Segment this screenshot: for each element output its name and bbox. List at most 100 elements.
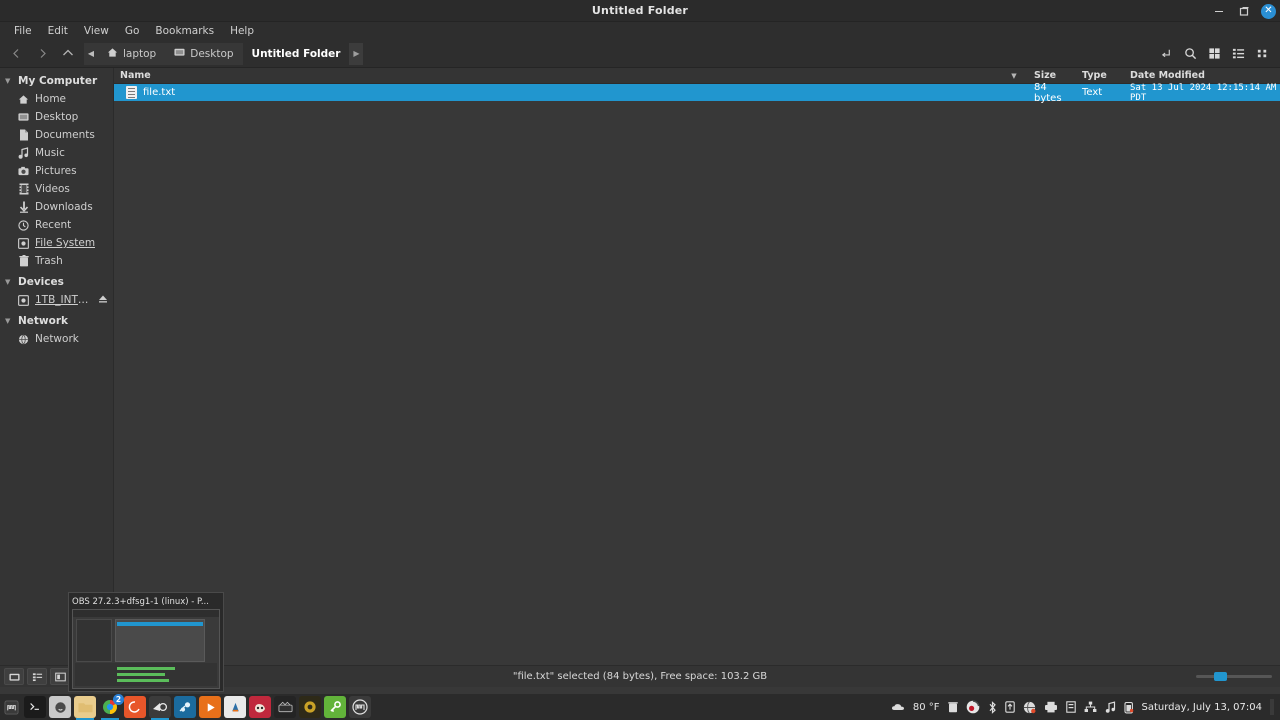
- clipboard-icon[interactable]: [1065, 701, 1076, 713]
- file-size-cell: 84 bytes: [1034, 81, 1062, 104]
- sidebar-item-network[interactable]: Network: [0, 330, 113, 348]
- battery-icon[interactable]: [1123, 701, 1134, 714]
- breadcrumb-item-current[interactable]: Untitled Folder: [243, 43, 350, 65]
- parent-folder-button[interactable]: [56, 43, 80, 65]
- settings-icon[interactable]: [299, 696, 321, 718]
- menu-file[interactable]: File: [6, 22, 40, 40]
- bluetooth-icon[interactable]: [988, 700, 997, 714]
- window-preview-thumbnail: [72, 609, 220, 689]
- icon-view-button[interactable]: [4, 668, 24, 685]
- sidebar-group-my-computer[interactable]: ▼ My Computer: [0, 72, 113, 90]
- linux-mint-icon[interactable]: [349, 696, 371, 718]
- sidebar-group-label: My Computer: [18, 75, 98, 87]
- download-arrow-icon: [18, 201, 29, 213]
- weather-temperature[interactable]: 80 °F: [913, 702, 940, 713]
- vlc-icon[interactable]: [224, 696, 246, 718]
- sidebar-item-downloads[interactable]: Downloads: [0, 198, 113, 216]
- sidebar-group-network[interactable]: ▼ Network: [0, 312, 113, 330]
- sound-icon[interactable]: [1105, 701, 1116, 713]
- terminal-icon[interactable]: [24, 696, 46, 718]
- show-desktop-button[interactable]: [1270, 699, 1274, 715]
- path-entry-icon[interactable]: [1156, 44, 1176, 64]
- window-titlebar: Untitled Folder ✕: [0, 0, 1280, 22]
- zoom-slider[interactable]: [1196, 670, 1272, 684]
- sidebar-item-label: Trash: [35, 255, 63, 267]
- maximize-button[interactable]: [1236, 3, 1252, 19]
- file-name-cell[interactable]: file.txt: [114, 86, 1000, 99]
- forward-button[interactable]: [30, 43, 54, 65]
- sidebar-group-devices[interactable]: ▼ Devices: [0, 273, 113, 291]
- trash-icon[interactable]: [947, 701, 958, 713]
- sidebar-item-documents[interactable]: Documents: [0, 126, 113, 144]
- text-file-icon: [126, 86, 137, 99]
- clock-icon: [18, 219, 29, 231]
- firefox-icon[interactable]: [124, 696, 146, 718]
- messaging-icon[interactable]: [49, 696, 71, 718]
- column-header-name[interactable]: Name: [114, 68, 1000, 84]
- menu-view[interactable]: View: [76, 22, 117, 40]
- mint-menu-icon[interactable]: [0, 694, 22, 720]
- video-editor-icon[interactable]: [274, 696, 296, 718]
- sidebar-item-trash[interactable]: Trash: [0, 252, 113, 270]
- breadcrumb-label: Desktop: [190, 47, 234, 60]
- zoom-slider-handle[interactable]: [1214, 672, 1227, 681]
- menu-bookmarks[interactable]: Bookmarks: [147, 22, 222, 40]
- icon-view-icon[interactable]: [1204, 44, 1224, 64]
- sidebar-item-music[interactable]: Music: [0, 144, 113, 162]
- chevron-down-icon: ▼: [5, 77, 11, 85]
- back-button[interactable]: [4, 43, 28, 65]
- sidebar-item-desktop[interactable]: Desktop: [0, 108, 113, 126]
- menu-help[interactable]: Help: [222, 22, 262, 40]
- printer-icon[interactable]: [1044, 701, 1058, 713]
- sidebar-item-videos[interactable]: Videos: [0, 180, 113, 198]
- status-view-buttons: [0, 668, 70, 685]
- breadcrumb-item-desktop[interactable]: Desktop: [165, 42, 243, 65]
- list-view-button[interactable]: [27, 668, 47, 685]
- obs-icon[interactable]: [149, 696, 171, 720]
- table-row[interactable]: file.txt 84 bytes Text Sat 13 Jul 2024 1…: [114, 81, 1280, 104]
- steam-icon[interactable]: [174, 696, 196, 718]
- gimp-icon[interactable]: [249, 696, 271, 718]
- file-manager-icon[interactable]: [74, 696, 96, 720]
- close-button[interactable]: ✕: [1261, 3, 1276, 19]
- desktop-icon: [18, 112, 29, 123]
- globe-icon: [18, 334, 29, 345]
- sidebar-item-1tb-internal[interactable]: 1TB_INTER…: [0, 291, 113, 309]
- sharing-icon[interactable]: [1084, 701, 1097, 713]
- menu-go[interactable]: Go: [117, 22, 148, 40]
- zoom-slider-track: [1196, 675, 1272, 678]
- trash-icon: [18, 255, 29, 267]
- column-header-type[interactable]: Type: [1076, 68, 1124, 84]
- sidebar-item-label: Recent: [35, 219, 72, 231]
- sidebar-item-pictures[interactable]: Pictures: [0, 162, 113, 180]
- breadcrumb-scroll-left[interactable]: ◀: [84, 42, 98, 65]
- compact-view-icon[interactable]: [1252, 44, 1272, 64]
- chevron-down-icon: ▼: [5, 278, 11, 286]
- camera-icon: [18, 166, 29, 177]
- menu-edit[interactable]: Edit: [40, 22, 76, 40]
- sidebar-item-recent[interactable]: Recent: [0, 216, 113, 234]
- column-header-date-modified[interactable]: Date Modified: [1124, 68, 1280, 84]
- desktop-root: Untitled Folder ✕ File Edit View Go Book…: [0, 0, 1280, 720]
- eject-icon[interactable]: [98, 294, 108, 306]
- sidebar-item-home[interactable]: Home: [0, 90, 113, 108]
- media-player-icon[interactable]: [199, 696, 221, 718]
- compact-view-button[interactable]: [50, 668, 70, 685]
- chrome-icon[interactable]: 2: [99, 694, 124, 720]
- network-icon[interactable]: [1023, 701, 1036, 714]
- sidebar-item-file-system[interactable]: File System: [0, 234, 113, 252]
- file-type-cell: Text: [1082, 87, 1103, 98]
- search-icon[interactable]: [1180, 44, 1200, 64]
- taskbar-clock[interactable]: Saturday, July 13, 07:04: [1142, 702, 1262, 713]
- sidebar-item-label: File System: [35, 237, 96, 249]
- list-view-icon[interactable]: [1228, 44, 1248, 64]
- key-tool-icon[interactable]: [324, 696, 346, 718]
- sort-descending-icon[interactable]: ▼: [1000, 72, 1028, 80]
- window-preview-popup[interactable]: OBS 27.2.3+dfsg1-1 (linux) - P...: [68, 592, 224, 692]
- update-manager-icon[interactable]: [1004, 701, 1015, 713]
- obs-tray-icon[interactable]: [966, 700, 980, 714]
- minimize-button[interactable]: [1211, 3, 1227, 19]
- breadcrumb-item-laptop[interactable]: laptop: [98, 42, 166, 65]
- cloud-icon[interactable]: [891, 702, 905, 712]
- breadcrumb-scroll-right[interactable]: ▶: [349, 42, 364, 65]
